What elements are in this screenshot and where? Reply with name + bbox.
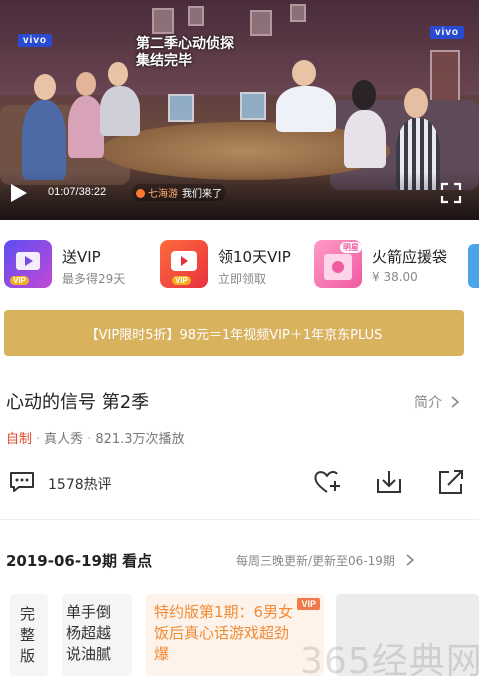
star-badge: 明星: [340, 242, 362, 253]
episode-update-link[interactable]: 每周三晚更新/更新至06-19期: [236, 552, 415, 569]
show-meta: 自制 · 真人秀 · 821.3万次播放: [6, 432, 185, 447]
promo-send-vip[interactable]: VIP 送VIP 最多得29天: [4, 240, 154, 296]
cast-member: [344, 110, 386, 168]
danmaku-nick: 七海游: [148, 189, 178, 200]
chevron-right-icon: [406, 554, 414, 566]
wall-frame: [290, 4, 306, 22]
promo-title: 送VIP: [62, 248, 101, 266]
wall-frame: [188, 6, 204, 26]
wall-frame: [250, 10, 272, 36]
vip-offer-banner[interactable]: 【VIP限时5折】98元＝1年视频VIP＋1年京东PLUS: [4, 310, 464, 356]
section-divider: [0, 519, 479, 520]
cast-member: [22, 100, 66, 180]
comment-icon[interactable]: [9, 471, 35, 493]
promo-subtitle: ¥ 38.00: [372, 270, 418, 284]
promo-subtitle: 立即领取: [218, 272, 267, 286]
like-plus-icon[interactable]: [312, 467, 342, 497]
promo-subtitle: 最多得29天: [62, 272, 126, 286]
cast-head: [404, 88, 428, 118]
playback-time: 01:07/38:22: [48, 186, 107, 198]
vip-badge: VIP: [10, 276, 29, 285]
vivo-logo: vivo: [430, 26, 465, 39]
promo-title: 领10天VIP: [218, 248, 291, 266]
vivo-logo: vivo: [18, 34, 53, 47]
cast-head: [76, 72, 96, 96]
episode-card-special[interactable]: VIP 特约版第1期：6男女 饭后真心话游戏超劲 爆: [146, 594, 324, 676]
watermark: 365经典网: [300, 641, 479, 682]
episode-card-clip[interactable]: 单手倒 杨超越 说油腻: [62, 594, 132, 676]
genre-label: 真人秀: [44, 432, 84, 447]
fullscreen-icon[interactable]: [440, 182, 462, 204]
rocket-bag-icon: 明星: [314, 240, 362, 288]
episode-card-text: 单手倒 杨超越 说油腻: [66, 603, 112, 663]
show-title: 心动的信号 第2季: [6, 392, 150, 413]
intro-link[interactable]: 简介: [414, 392, 460, 412]
cast-head: [352, 80, 376, 110]
self-produced-tag: 自制: [6, 432, 33, 447]
promo-title: 火箭应援袋: [372, 248, 448, 266]
gift-vip-icon: VIP: [4, 240, 52, 288]
intro-label: 简介: [414, 395, 442, 411]
play-count: 821.3万次播放: [95, 432, 185, 447]
show-sign-text: 第二季心动侦探 集结完毕: [136, 36, 234, 69]
episode-card-text: 特约版第1期：6男女 饭后真心话游戏超劲 爆: [154, 603, 294, 663]
share-icon[interactable]: [436, 467, 466, 497]
vip-badge: VIP: [172, 276, 191, 285]
studio-backdrop: [0, 0, 479, 95]
update-info: 每周三晚更新/更新至06-19期: [236, 554, 395, 568]
tv-vip-icon: VIP: [160, 240, 208, 288]
play-icon[interactable]: [6, 181, 30, 205]
promo-claim-vip[interactable]: VIP 领10天VIP 立即领取: [160, 240, 310, 296]
cast-member: [276, 86, 336, 132]
avatar: [136, 189, 145, 198]
promo-next-peek[interactable]: [468, 244, 479, 288]
wall-frame: [152, 8, 174, 34]
promo-rocket-bag[interactable]: 明星 火箭应援袋 ¥ 38.00: [314, 240, 464, 296]
chevron-right-icon: [451, 396, 460, 408]
download-icon[interactable]: [374, 467, 404, 497]
cast-head: [108, 62, 128, 86]
episode-card-full[interactable]: 完 整 版: [10, 594, 48, 676]
promo-row: VIP 送VIP 最多得29天 VIP 领10天VIP 立即领取 明星 火箭应援…: [0, 240, 479, 296]
cast-member: [100, 86, 140, 136]
video-player[interactable]: vivo vivo 第二季心动侦探 集结完毕 01:07/38:22 七海游 我们…: [0, 0, 479, 220]
cast-head: [34, 74, 56, 100]
desk-screen: [168, 94, 194, 122]
cast-member: [68, 96, 104, 158]
cast-head: [292, 60, 316, 86]
episode-card-text: 完 整 版: [20, 605, 36, 665]
danmaku-text: 我们来了: [182, 189, 222, 200]
danmaku-bubble: 七海游 我们来了: [132, 184, 226, 201]
desk-screen: [240, 92, 266, 120]
comment-count[interactable]: 1578热评: [48, 474, 112, 494]
episode-heading: 2019-06-19期 看点: [6, 552, 153, 570]
